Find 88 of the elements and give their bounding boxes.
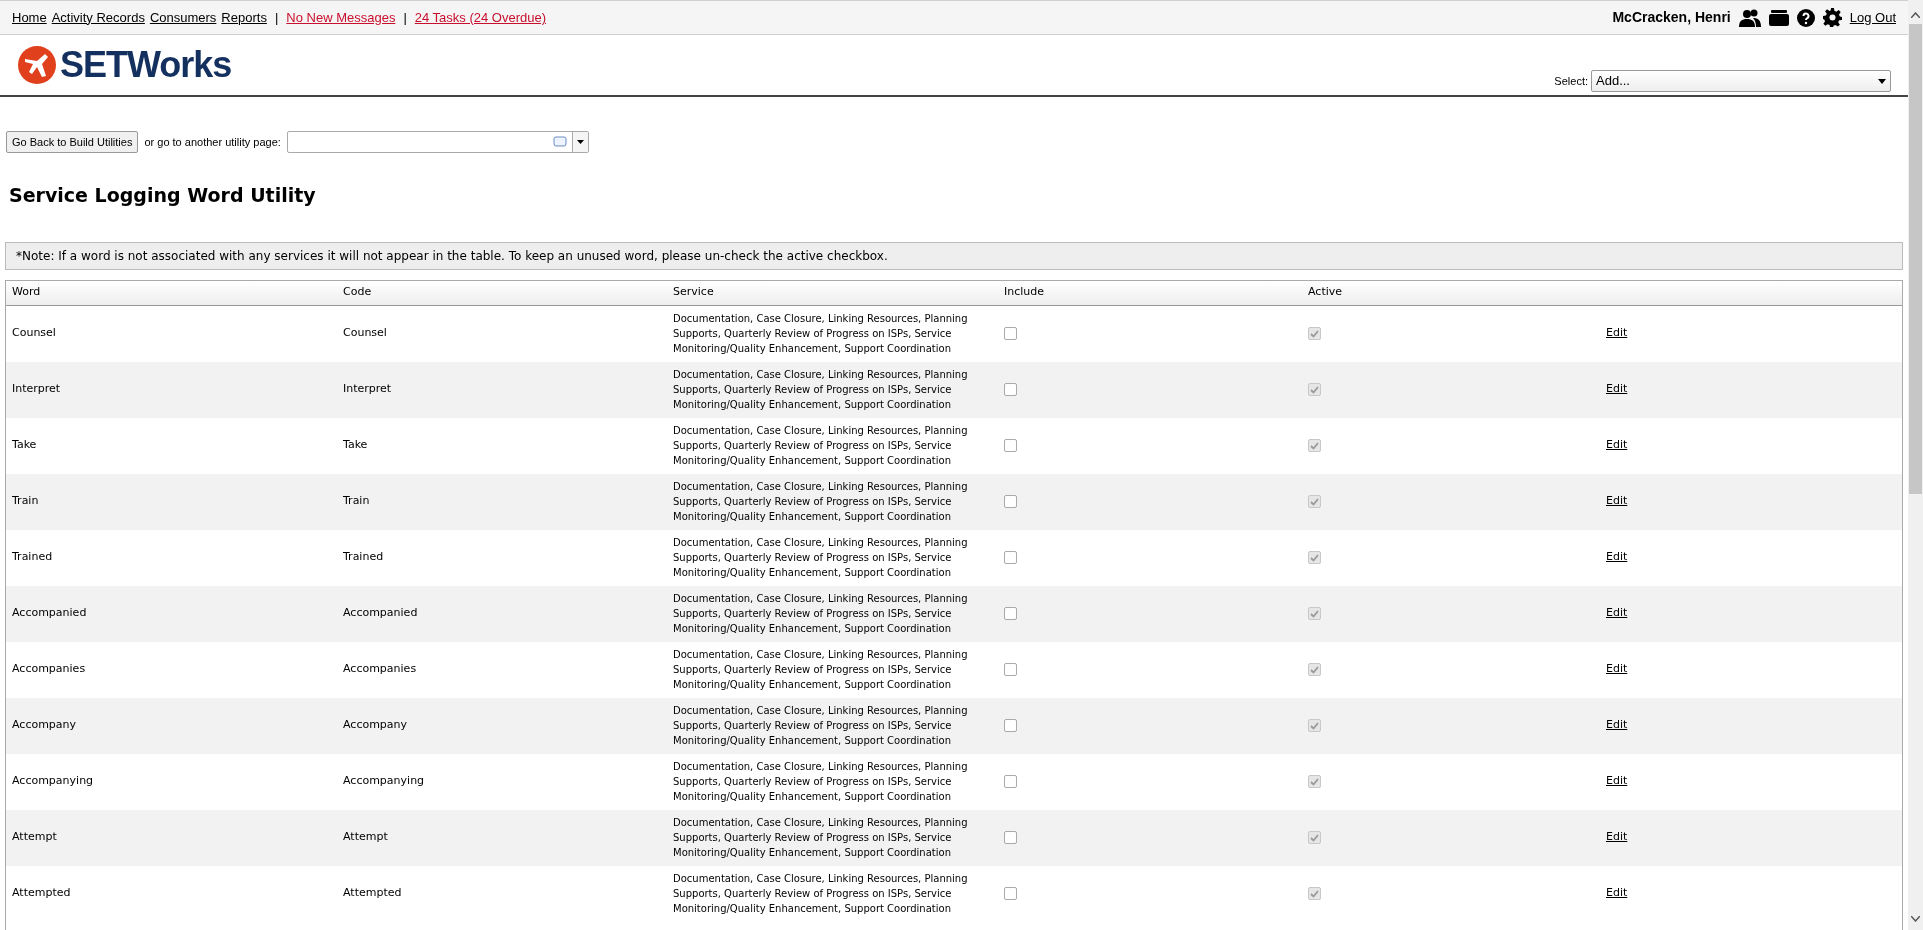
- table-cell: Interpret: [12, 382, 61, 396]
- edit-link[interactable]: Edit: [1606, 438, 1628, 452]
- table-cell: Accompany: [343, 718, 408, 732]
- table-cell: Accompanies: [343, 662, 417, 676]
- caret-icon: [1878, 78, 1886, 84]
- table-cell: Accompanied: [12, 606, 87, 620]
- utility-page-label: or go to another utility page:: [144, 134, 281, 150]
- table-cell-text: Documentation, Case Closure, Linking Resources, Planning Supports, Quarterly Review of Progress on ISPs, Service Monitoring/Quality Enhancement, Support Coordination: [673, 368, 969, 412]
- logout-link[interactable]: Log Out: [1849, 7, 1896, 28]
- table-cell-text: Documentation, Case Closure, Linking Resources, Planning Supports, Quarterly Review of Progress on ISPs, Service Monitoring/Quality Enhancement, Support Coordination: [673, 648, 969, 692]
- table-cell: Interpret: [343, 382, 392, 396]
- table-cell: Attempt: [12, 830, 57, 844]
- table-cell: Counsel: [343, 326, 387, 340]
- checkbox[interactable]: [1004, 551, 1017, 564]
- edit-link[interactable]: Edit: [1606, 830, 1628, 844]
- nav-link[interactable]: Consumers: [149, 7, 217, 28]
- scroll-thumb[interactable]: [1909, 24, 1922, 494]
- table-cell: Accompanying: [12, 774, 94, 788]
- column-header: Include: [1004, 285, 1045, 299]
- nav-link[interactable]: Reports: [221, 7, 267, 28]
- table-cell: Accompanied: [343, 606, 418, 620]
- help-icon[interactable]: [1796, 8, 1815, 27]
- scroll-down-icon[interactable]: [1911, 916, 1920, 922]
- table-cell: Train: [12, 494, 39, 508]
- table-cell: Take: [12, 438, 37, 452]
- edit-link[interactable]: Edit: [1606, 382, 1628, 396]
- scroll-up-icon[interactable]: [1911, 12, 1920, 18]
- alert-link[interactable]: 24 Tasks (24 Overdue): [414, 7, 547, 28]
- table-cell-text: Documentation, Case Closure, Linking Resources, Planning Supports, Quarterly Review of Progress on ISPs, Service Monitoring/Quality Enhancement, Support Coordination: [673, 424, 969, 468]
- checkbox[interactable]: [1004, 887, 1017, 900]
- edit-link[interactable]: Edit: [1606, 886, 1628, 900]
- alert-link[interactable]: No New Messages: [286, 7, 396, 28]
- edit-link[interactable]: Edit: [1606, 326, 1628, 340]
- checkbox[interactable]: [1004, 327, 1017, 340]
- checkbox[interactable]: [1004, 719, 1017, 732]
- column-header: Code: [343, 285, 372, 299]
- nav-link[interactable]: Activity Records: [51, 7, 145, 28]
- select-label: Select:: [1554, 73, 1588, 89]
- table-cell-text: Documentation, Case Closure, Linking Resources, Planning Supports, Quarterly Review of Progress on ISPs, Service Monitoring/Quality Enhancement, Support Coordination: [673, 872, 969, 916]
- edit-link[interactable]: Edit: [1606, 774, 1628, 788]
- checkbox[interactable]: [1004, 495, 1017, 508]
- edit-link[interactable]: Edit: [1606, 718, 1628, 732]
- column-header: Word: [12, 285, 41, 299]
- table-cell: Attempted: [12, 886, 71, 900]
- users-icon[interactable]: [1738, 8, 1761, 27]
- checkbox[interactable]: [1004, 607, 1017, 620]
- table-cell: Take: [343, 438, 368, 452]
- edit-link[interactable]: Edit: [1606, 494, 1628, 508]
- table-cell-text: Documentation, Case Closure, Linking Resources, Planning Supports, Quarterly Review of Progress on ISPs, Service Monitoring/Quality Enhancement, Support Coordination: [673, 536, 969, 580]
- checkbox[interactable]: [1004, 775, 1017, 788]
- badge-icon: [552, 136, 567, 148]
- table-cell: Attempted: [343, 886, 402, 900]
- checkbox[interactable]: [1004, 439, 1017, 452]
- table-cell: Accompany: [12, 718, 77, 732]
- table-cell-text: Documentation, Case Closure, Linking Resources, Planning Supports, Quarterly Review of Progress on ISPs, Service Monitoring/Quality Enhancement, Support Coordination: [673, 760, 969, 804]
- checkbox[interactable]: [1004, 831, 1017, 844]
- settings-icon[interactable]: [1822, 8, 1842, 27]
- setworks-logo[interactable]: SETWorks: [17, 38, 232, 92]
- add-dropdown[interactable]: Add...: [1591, 70, 1891, 92]
- note-banner: *Note: If a word is not associated with any services it will not appear in the table. To keep an unused word, please un-check the active checkbox.: [5, 241, 1903, 270]
- edit-link[interactable]: Edit: [1606, 606, 1628, 620]
- edit-link[interactable]: Edit: [1606, 550, 1628, 564]
- separator: |: [403, 8, 407, 27]
- table-cell-text: Documentation, Case Closure, Linking Resources, Planning Supports, Quarterly Review of Progress on ISPs, Service Monitoring/Quality Enhancement, Support Coordination: [673, 312, 969, 356]
- column-header: Service: [673, 285, 714, 299]
- checkbox[interactable]: [1004, 383, 1017, 396]
- table-cell: Train: [343, 494, 370, 508]
- scrollbar[interactable]: [1908, 0, 1923, 930]
- back-button[interactable]: Go Back to Build Utilities: [6, 131, 139, 153]
- table-cell: Trained: [343, 550, 384, 564]
- table-cell-text: Documentation, Case Closure, Linking Resources, Planning Supports, Quarterly Review of Progress on ISPs, Service Monitoring/Quality Enhancement, Support Coordination: [673, 816, 969, 860]
- column-header: Active: [1308, 285, 1343, 299]
- table-cell-text: Documentation, Case Closure, Linking Resources, Planning Supports, Quarterly Review of Progress on ISPs, Service Monitoring/Quality Enhancement, Support Coordination: [673, 704, 969, 748]
- table-cell: Trained: [12, 550, 53, 564]
- folder-icon[interactable]: [1768, 9, 1789, 26]
- table-cell-text: Documentation, Case Closure, Linking Resources, Planning Supports, Quarterly Review of Progress on ISPs, Service Monitoring/Quality Enhancement, Support Coordination: [673, 480, 969, 524]
- page-title: Service Logging Word Utility: [8, 183, 317, 208]
- table-cell: Attempt: [343, 830, 388, 844]
- edit-link[interactable]: Edit: [1606, 662, 1628, 676]
- checkbox[interactable]: [1004, 663, 1017, 676]
- table-cell-text: Documentation, Case Closure, Linking Resources, Planning Supports, Quarterly Review of Progress on ISPs, Service Monitoring/Quality Enhancement, Support Coordination: [673, 592, 969, 636]
- caret-icon[interactable]: [576, 140, 584, 144]
- separator: |: [274, 8, 279, 27]
- user-name: McCracken, Henri: [1612, 8, 1731, 27]
- table-cell: Accompanies: [12, 662, 86, 676]
- nav-link[interactable]: Home: [12, 7, 47, 28]
- table-cell: Accompanying: [343, 774, 425, 788]
- table-cell: Counsel: [12, 326, 56, 340]
